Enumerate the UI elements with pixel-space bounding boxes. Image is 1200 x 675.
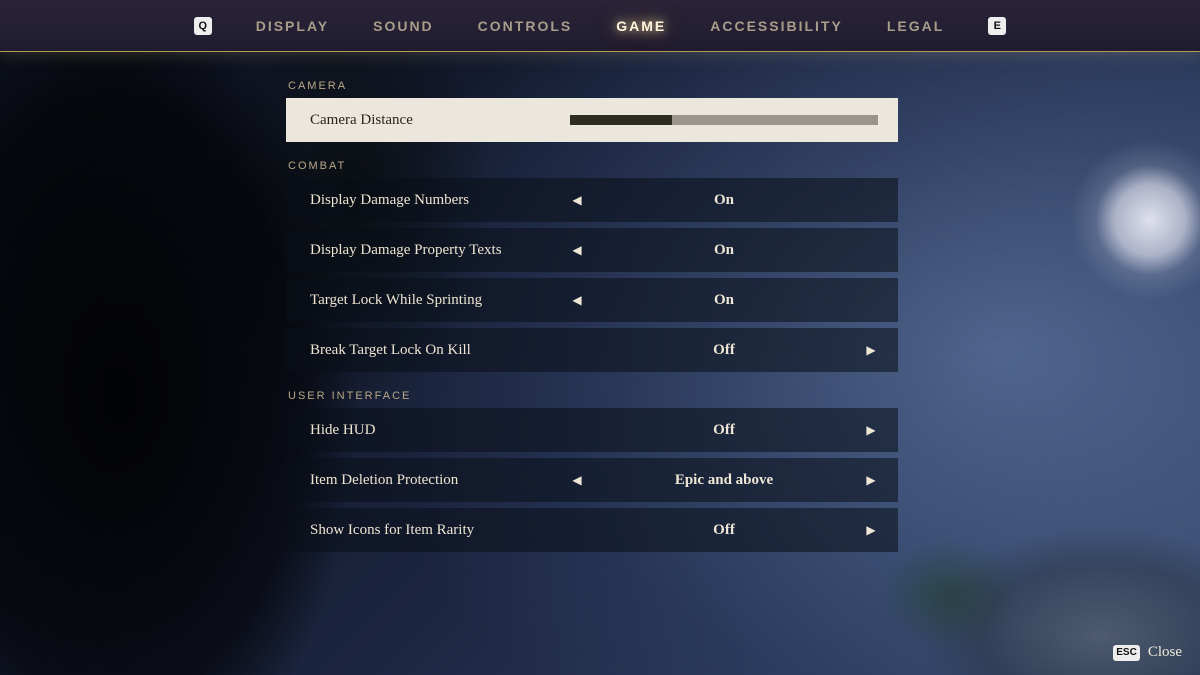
setting-label: Show Icons for Item Rarity xyxy=(310,522,566,539)
settings-panel: CAMERA Camera Distance COMBAT Display Da… xyxy=(286,80,898,552)
setting-target-lock-while-sprinting[interactable]: Target Lock While Sprinting ◀ On ▶ xyxy=(286,278,898,322)
chevron-left-icon[interactable]: ◀ xyxy=(566,193,588,208)
setting-show-icons-for-item-rarity[interactable]: Show Icons for Item Rarity ◀ Off ▶ xyxy=(286,508,898,552)
close-key: ESC xyxy=(1113,645,1140,661)
chevron-left-icon[interactable]: ◀ xyxy=(566,293,588,308)
setting-value: On xyxy=(588,192,860,209)
setting-value: On xyxy=(588,242,860,259)
section-combat-header: COMBAT xyxy=(288,160,898,172)
settings-tabbar: Q DISPLAY SOUND CONTROLS GAME ACCESSIBIL… xyxy=(0,0,1200,52)
setting-display-damage-property-texts[interactable]: Display Damage Property Texts ◀ On ▶ xyxy=(286,228,898,272)
footer-close[interactable]: ESC Close xyxy=(1113,644,1182,661)
tab-legal[interactable]: LEGAL xyxy=(887,18,944,34)
setting-label: Display Damage Numbers xyxy=(310,192,566,209)
setting-value: Off xyxy=(588,522,860,539)
setting-label: Hide HUD xyxy=(310,422,566,439)
setting-value: Off xyxy=(588,422,860,439)
prev-tab-key[interactable]: Q xyxy=(194,17,212,35)
tab-display[interactable]: DISPLAY xyxy=(256,18,329,34)
setting-camera-distance[interactable]: Camera Distance xyxy=(286,98,898,142)
chevron-right-icon[interactable]: ▶ xyxy=(860,473,882,488)
camera-distance-slider[interactable] xyxy=(566,115,882,125)
next-tab-key[interactable]: E xyxy=(988,17,1006,35)
chevron-left-icon[interactable]: ◀ xyxy=(566,243,588,258)
setting-label: Break Target Lock On Kill xyxy=(310,342,566,359)
setting-value: Epic and above xyxy=(588,472,860,489)
tab-game[interactable]: GAME xyxy=(616,18,666,34)
chevron-right-icon[interactable]: ▶ xyxy=(860,523,882,538)
setting-label: Item Deletion Protection xyxy=(310,472,566,489)
section-camera-header: CAMERA xyxy=(288,80,898,92)
slider-fill xyxy=(570,115,672,125)
chevron-left-icon[interactable]: ◀ xyxy=(566,473,588,488)
setting-hide-hud[interactable]: Hide HUD ◀ Off ▶ xyxy=(286,408,898,452)
setting-label: Target Lock While Sprinting xyxy=(310,292,566,309)
setting-break-target-lock-on-kill[interactable]: Break Target Lock On Kill ◀ Off ▶ xyxy=(286,328,898,372)
tab-sound[interactable]: SOUND xyxy=(373,18,434,34)
setting-item-deletion-protection[interactable]: Item Deletion Protection ◀ Epic and abov… xyxy=(286,458,898,502)
tab-accessibility[interactable]: ACCESSIBILITY xyxy=(710,18,843,34)
chevron-right-icon[interactable]: ▶ xyxy=(860,343,882,358)
section-ui-header: USER INTERFACE xyxy=(288,390,898,402)
chevron-right-icon[interactable]: ▶ xyxy=(860,423,882,438)
close-label: Close xyxy=(1148,644,1182,661)
setting-value: On xyxy=(588,292,860,309)
slider-track[interactable] xyxy=(570,115,878,125)
setting-value: Off xyxy=(588,342,860,359)
setting-label: Display Damage Property Texts xyxy=(310,242,566,259)
setting-label: Camera Distance xyxy=(310,112,566,129)
tab-controls[interactable]: CONTROLS xyxy=(478,18,573,34)
setting-display-damage-numbers[interactable]: Display Damage Numbers ◀ On ▶ xyxy=(286,178,898,222)
